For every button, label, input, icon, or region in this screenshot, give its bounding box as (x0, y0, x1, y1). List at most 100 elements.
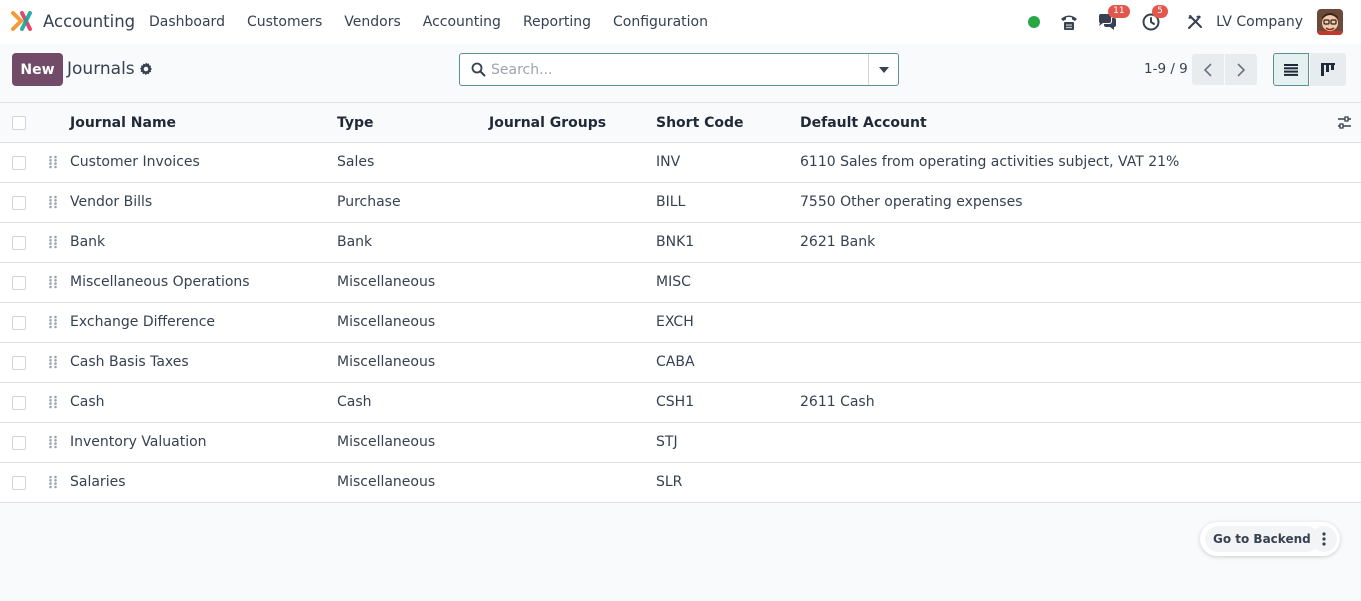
user-avatar[interactable] (1317, 9, 1343, 35)
table-row[interactable]: Vendor Bills Purchase BILL 7550 Other op… (0, 183, 1361, 223)
table-row[interactable]: Exchange Difference Miscellaneous EXCH (0, 303, 1361, 343)
systray: 11 5 LV Company (1028, 5, 1343, 36)
drag-handle-icon[interactable] (48, 475, 58, 489)
table-row[interactable]: Customer Invoices Sales INV 6110 Sales f… (0, 143, 1361, 183)
cell-short-code: SLR (656, 474, 683, 490)
more-options-icon[interactable] (1311, 526, 1337, 552)
cell-default-account: 2611 Cash (800, 394, 875, 410)
messages-icon[interactable]: 11 (1096, 5, 1130, 33)
chevron-right-icon (1237, 62, 1245, 77)
activities-clock-icon[interactable]: 5 (1140, 5, 1168, 33)
cell-journal-name: Bank (70, 234, 106, 250)
search-options-toggle[interactable] (868, 54, 898, 85)
menu-configuration[interactable]: Configuration (613, 14, 708, 30)
select-all-checkbox[interactable] (12, 116, 26, 130)
cell-journal-name: Customer Invoices (70, 154, 200, 170)
row-checkbox[interactable] (12, 196, 26, 210)
floating-backend-widget: Go to Backend (1200, 522, 1340, 556)
go-to-backend-button[interactable]: Go to Backend (1205, 526, 1319, 552)
pager-next-button[interactable] (1225, 54, 1257, 85)
search-bar (459, 53, 899, 86)
header-default-account[interactable]: Default Account (800, 115, 927, 131)
app-name[interactable]: Accounting (43, 12, 135, 31)
drag-handle-icon[interactable] (48, 235, 58, 249)
cell-short-code: BILL (656, 194, 686, 210)
menu-accounting[interactable]: Accounting (423, 14, 501, 30)
search-icon (471, 62, 486, 77)
cell-default-account: 2621 Bank (800, 234, 876, 250)
cell-journal-name: Vendor Bills (70, 194, 153, 210)
menu-customers[interactable]: Customers (247, 14, 322, 30)
drag-handle-icon[interactable] (48, 355, 58, 369)
cell-type: Miscellaneous (337, 474, 436, 490)
row-checkbox[interactable] (12, 436, 26, 450)
row-checkbox[interactable] (12, 156, 26, 170)
cell-short-code: EXCH (656, 314, 694, 330)
company-switcher[interactable]: LV Company (1216, 14, 1303, 30)
cell-type: Purchase (337, 194, 401, 210)
new-button[interactable]: New (12, 53, 63, 86)
table-row[interactable]: Cash Basis Taxes Miscellaneous CABA (0, 343, 1361, 383)
phone-icon[interactable] (1058, 11, 1080, 33)
list-icon (1284, 63, 1298, 76)
row-checkbox[interactable] (12, 236, 26, 250)
kanban-icon (1321, 63, 1335, 76)
caret-down-icon (878, 66, 889, 73)
drag-handle-icon[interactable] (48, 395, 58, 409)
row-checkbox[interactable] (12, 396, 26, 410)
row-checkbox[interactable] (12, 356, 26, 370)
drag-handle-icon[interactable] (48, 315, 58, 329)
drag-handle-icon[interactable] (48, 155, 58, 169)
table-header: Journal Name Type Journal Groups Short C… (0, 103, 1361, 143)
table-row[interactable]: Salaries Miscellaneous SLR (0, 463, 1361, 503)
search-input[interactable] (491, 59, 861, 81)
header-journal-name[interactable]: Journal Name (70, 115, 176, 131)
messages-count-badge: 11 (1108, 5, 1130, 18)
activities-count-badge: 5 (1152, 5, 1168, 18)
presence-status-icon[interactable] (1028, 16, 1041, 28)
cell-default-account: 7550 Other operating expenses (800, 194, 1023, 210)
drag-handle-icon[interactable] (48, 435, 58, 449)
page-title: Journals (67, 59, 135, 79)
table-row[interactable]: Inventory Valuation Miscellaneous STJ (0, 423, 1361, 463)
row-checkbox[interactable] (12, 316, 26, 330)
gear-icon[interactable] (139, 62, 153, 76)
cell-journal-name: Inventory Valuation (70, 434, 207, 450)
cell-short-code: STJ (656, 434, 678, 450)
cell-type: Cash (337, 394, 372, 410)
drag-handle-icon[interactable] (48, 275, 58, 289)
table-row[interactable]: Bank Bank BNK1 2621 Bank (0, 223, 1361, 263)
cell-short-code: INV (656, 154, 681, 170)
menu-dashboard[interactable]: Dashboard (149, 14, 225, 30)
header-type[interactable]: Type (337, 115, 374, 131)
drag-handle-icon[interactable] (48, 195, 58, 209)
top-navbar: Accounting Dashboard Customers Vendors A… (0, 0, 1361, 44)
cell-type: Miscellaneous (337, 314, 436, 330)
pager-value[interactable]: 1-9 / 9 (1144, 61, 1188, 77)
cell-default-account: 6110 Sales from operating activities sub… (800, 154, 1180, 170)
header-journal-groups[interactable]: Journal Groups (489, 115, 606, 131)
main-menu: Dashboard Customers Vendors Accounting R… (149, 14, 730, 30)
chevron-left-icon (1204, 62, 1212, 77)
table-row[interactable]: Cash Cash CSH1 2611 Cash (0, 383, 1361, 423)
menu-reporting[interactable]: Reporting (523, 14, 591, 30)
cell-short-code: MISC (656, 274, 691, 290)
header-short-code[interactable]: Short Code (656, 115, 744, 131)
table-row[interactable]: Miscellaneous Operations Miscellaneous M… (0, 263, 1361, 303)
accounting-app-logo-icon[interactable] (11, 10, 33, 32)
cell-journal-name: Miscellaneous Operations (70, 274, 250, 290)
cell-type: Miscellaneous (337, 274, 436, 290)
journals-table: Journal Name Type Journal Groups Short C… (0, 102, 1361, 503)
cell-short-code: CSH1 (656, 394, 695, 410)
optional-columns-toggle-icon[interactable] (1337, 115, 1352, 130)
cell-type: Sales (337, 154, 375, 170)
cell-journal-name: Salaries (70, 474, 126, 490)
cell-journal-name: Cash Basis Taxes (70, 354, 189, 370)
debug-tools-icon[interactable] (1184, 11, 1206, 33)
row-checkbox[interactable] (12, 476, 26, 490)
kanban-view-button[interactable] (1310, 53, 1346, 86)
pager-previous-button[interactable] (1192, 54, 1224, 85)
list-view-button[interactable] (1273, 53, 1309, 86)
row-checkbox[interactable] (12, 276, 26, 290)
menu-vendors[interactable]: Vendors (344, 14, 400, 30)
